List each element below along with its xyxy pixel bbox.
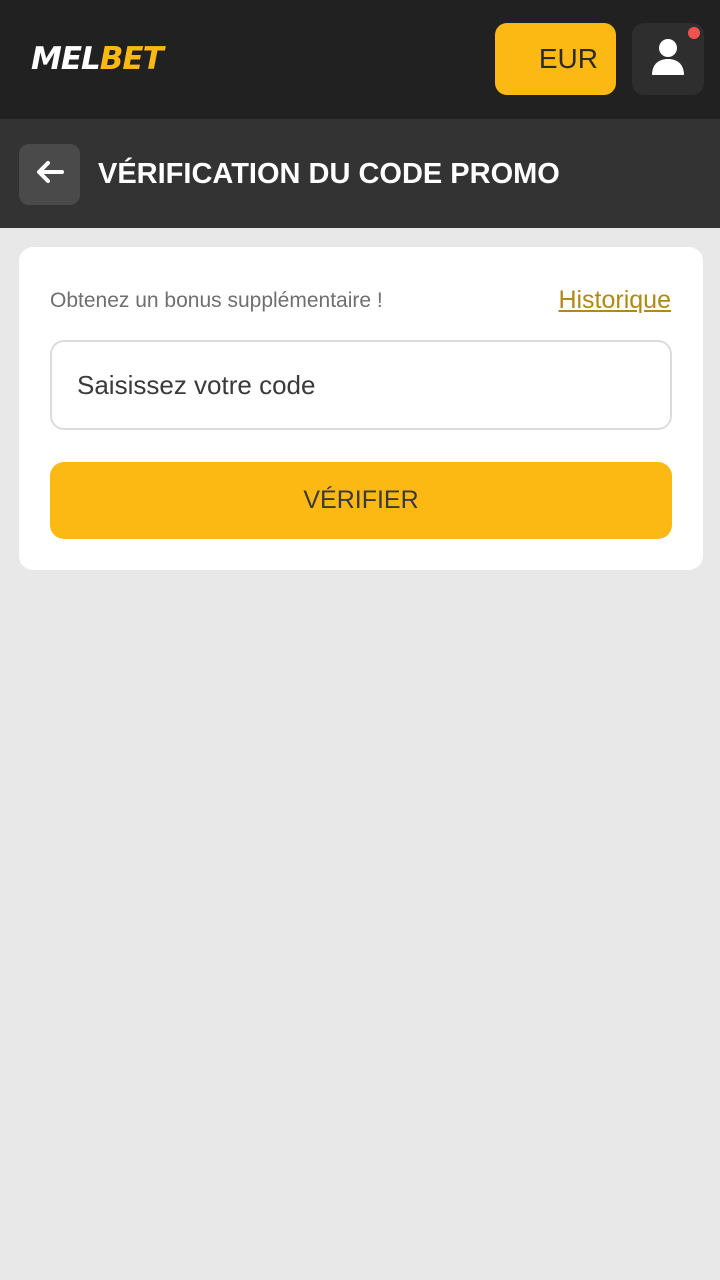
logo-part-mel: MEL — [31, 41, 101, 77]
currency-label: EUR — [538, 43, 598, 74]
promo-code-input[interactable] — [50, 340, 672, 430]
bonus-text: Obtenez un bonus supplémentaire ! — [50, 289, 383, 312]
notification-dot — [688, 27, 700, 39]
verify-button-label: VÉRIFIER — [303, 486, 419, 514]
page-title: VÉRIFICATION DU CODE PROMO — [98, 158, 560, 190]
arrow-left-icon — [35, 160, 65, 189]
user-icon — [651, 38, 685, 81]
verify-button[interactable]: VÉRIFIER — [50, 462, 672, 539]
back-button[interactable] — [19, 144, 80, 205]
currency-button[interactable]: EUR — [495, 23, 616, 95]
logo-part-bet: BET — [99, 41, 164, 77]
history-link[interactable]: Historique — [558, 284, 671, 316]
melbet-logo[interactable]: MELBET — [31, 40, 164, 78]
